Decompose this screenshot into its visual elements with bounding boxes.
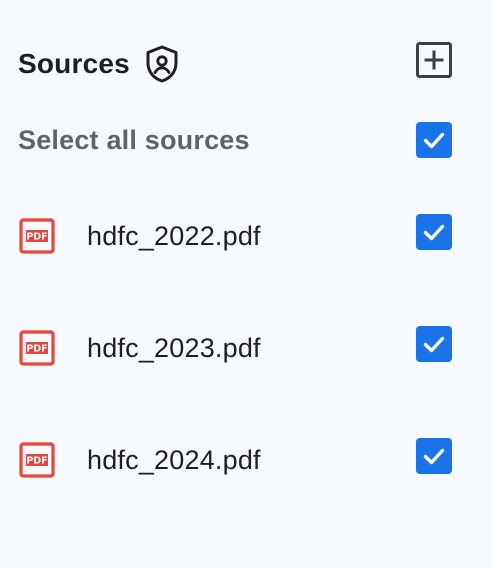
checkmark-icon <box>423 448 445 465</box>
svg-text:PDF: PDF <box>26 344 47 355</box>
pdf-icon: PDF <box>18 329 56 367</box>
source-checkbox[interactable] <box>416 438 452 474</box>
sources-panel: Sources Select all sources PDF hdfc_2022… <box>0 0 492 568</box>
panel-title: Sources <box>18 48 130 79</box>
add-source-button[interactable] <box>414 40 454 80</box>
pdf-icon: PDF <box>18 217 56 255</box>
source-name: hdfc_2023.pdf <box>87 332 261 363</box>
select-all-label: Select all sources <box>18 124 250 155</box>
pdf-icon: PDF <box>18 441 56 479</box>
source-item[interactable]: PDF hdfc_2022.pdf <box>18 214 458 258</box>
shield-person-icon <box>144 44 180 84</box>
sources-header: Sources <box>18 40 180 88</box>
source-item[interactable]: PDF hdfc_2023.pdf <box>18 326 458 370</box>
source-name: hdfc_2022.pdf <box>87 220 261 251</box>
checkmark-icon <box>423 224 445 241</box>
svg-text:PDF: PDF <box>26 456 47 467</box>
source-item[interactable]: PDF hdfc_2024.pdf <box>18 438 458 482</box>
source-name: hdfc_2024.pdf <box>87 444 261 475</box>
checkmark-icon <box>423 132 445 149</box>
checkmark-icon <box>423 336 445 353</box>
source-checkbox[interactable] <box>416 326 452 362</box>
select-all-checkbox[interactable] <box>416 122 452 158</box>
select-all-row[interactable]: Select all sources <box>18 118 458 162</box>
add-box-icon <box>416 42 452 78</box>
source-checkbox[interactable] <box>416 214 452 250</box>
svg-text:PDF: PDF <box>26 232 47 243</box>
